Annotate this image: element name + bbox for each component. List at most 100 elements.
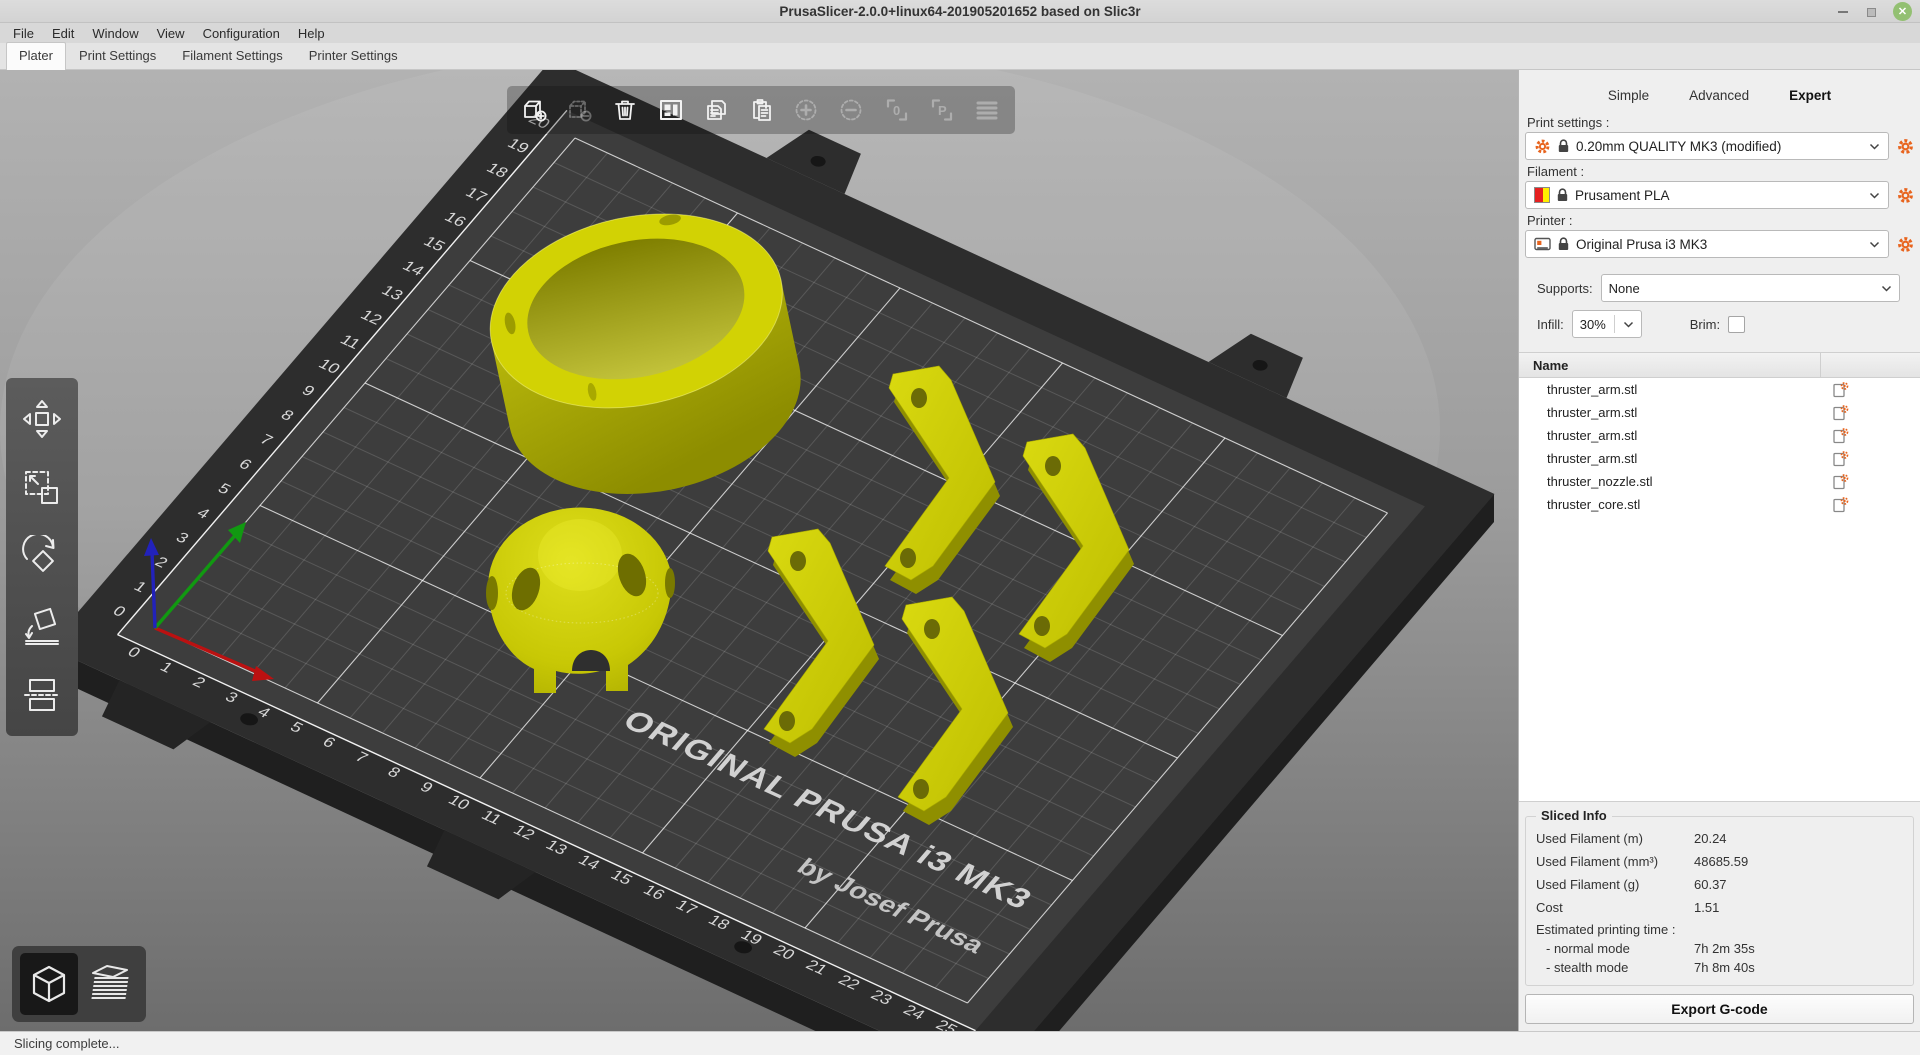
object-row[interactable]: thruster_arm.stl: [1519, 378, 1920, 401]
chevron-down-icon: [1869, 143, 1880, 150]
place-on-face-icon[interactable]: [13, 597, 71, 655]
sliced-info-label: Used Filament (mm³): [1536, 854, 1694, 869]
scene-canvas[interactable]: 0123456789101112131415161718192021222324…: [0, 70, 1518, 1031]
gizmo-toolbar: [6, 378, 78, 736]
infill-value: 30%: [1580, 317, 1606, 332]
side-panel: Simple Advanced Expert Print settings : …: [1518, 70, 1920, 1031]
sliced-info-value: 20.24: [1694, 831, 1727, 846]
window-title: PrusaSlicer-2.0.0+linux64-201905201652 b…: [0, 4, 1920, 19]
object-settings-icon[interactable]: [1821, 427, 1861, 444]
arrange-icon[interactable]: [651, 90, 691, 130]
svg-text:0: 0: [893, 103, 900, 118]
filament-gear-button[interactable]: [1897, 187, 1914, 204]
brim-label: Brim:: [1678, 317, 1728, 332]
delete-icon[interactable]: [560, 90, 600, 130]
print-settings-combo[interactable]: 0.20mm QUALITY MK3 (modified): [1525, 132, 1889, 160]
sliced-info-label: Used Filament (g): [1536, 877, 1694, 892]
object-row[interactable]: thruster_nozzle.stl: [1519, 470, 1920, 493]
sliced-info-title: Sliced Info: [1536, 808, 1612, 823]
3d-viewport[interactable]: 0123456789101112131415161718192021222324…: [0, 70, 1518, 1031]
layers-view-icon[interactable]: [81, 953, 139, 1015]
printer-gear-button[interactable]: [1897, 236, 1914, 253]
preset-gear-icon: [1534, 138, 1551, 155]
move-icon[interactable]: [13, 390, 71, 448]
supports-combo[interactable]: None: [1601, 274, 1900, 302]
object-list: Name thruster_arm.stl thruster_arm.stl t…: [1519, 352, 1920, 802]
object-settings-icon[interactable]: [1821, 381, 1861, 398]
object-row[interactable]: thruster_core.stl: [1519, 493, 1920, 516]
copy-icon[interactable]: [696, 90, 736, 130]
stealth-mode-label: - stealth mode: [1536, 960, 1694, 975]
sliced-info-label: Cost: [1536, 900, 1694, 915]
menu-view[interactable]: View: [148, 23, 194, 43]
brim-checkbox[interactable]: [1728, 316, 1745, 333]
object-settings-icon[interactable]: [1821, 404, 1861, 421]
chevron-down-icon: [1881, 285, 1892, 292]
cut-icon[interactable]: [13, 666, 71, 724]
object-settings-icon[interactable]: [1821, 496, 1861, 513]
menu-configuration[interactable]: Configuration: [194, 23, 289, 43]
paste-icon[interactable]: [741, 90, 781, 130]
print-settings-value: 0.20mm QUALITY MK3 (modified): [1576, 139, 1862, 154]
add-instance-icon[interactable]: [786, 90, 826, 130]
object-name: thruster_nozzle.stl: [1519, 474, 1821, 489]
3d-view-icon[interactable]: [20, 953, 78, 1015]
filament-combo[interactable]: Prusament PLA: [1525, 181, 1889, 209]
split-to-objects-icon[interactable]: 0: [877, 90, 917, 130]
split-to-parts-icon[interactable]: P: [922, 90, 962, 130]
title-bar: PrusaSlicer-2.0.0+linux64-201905201652 b…: [0, 0, 1920, 23]
sliced-info-value: 1.51: [1694, 900, 1719, 915]
filament-color-swatch: [1534, 187, 1550, 203]
menu-file[interactable]: File: [4, 23, 43, 43]
estimated-time-label: Estimated printing time :: [1536, 922, 1675, 937]
delete-all-icon[interactable]: [605, 90, 645, 130]
stealth-mode-value: 7h 8m 40s: [1694, 960, 1755, 975]
object-settings-icon[interactable]: [1821, 473, 1861, 490]
tab-bar: Plater Print Settings Filament Settings …: [0, 43, 1920, 70]
object-row[interactable]: thruster_arm.stl: [1519, 424, 1920, 447]
object-row[interactable]: thruster_arm.stl: [1519, 447, 1920, 470]
filament-value: Prusament PLA: [1575, 188, 1862, 203]
tab-printer-settings[interactable]: Printer Settings: [296, 42, 411, 69]
lock-icon: [1558, 139, 1569, 153]
remove-instance-icon[interactable]: [831, 90, 871, 130]
scale-icon[interactable]: [13, 459, 71, 517]
infill-label: Infill:: [1525, 317, 1572, 332]
supports-label: Supports:: [1525, 281, 1601, 296]
export-gcode-button[interactable]: Export G-code: [1525, 994, 1914, 1024]
print-settings-gear-button[interactable]: [1897, 138, 1914, 155]
tab-plater[interactable]: Plater: [6, 42, 66, 70]
supports-value: None: [1609, 281, 1873, 296]
object-settings-icon[interactable]: [1821, 450, 1861, 467]
mode-tab-advanced[interactable]: Advanced: [1689, 88, 1749, 103]
minimize-icon[interactable]: [1837, 6, 1849, 18]
maximize-icon[interactable]: [1865, 6, 1877, 18]
rotate-icon[interactable]: [13, 528, 71, 586]
menu-help[interactable]: Help: [289, 23, 334, 43]
sliced-info-value: 60.37: [1694, 877, 1727, 892]
object-list-name-header: Name: [1519, 353, 1821, 377]
mode-tab-simple[interactable]: Simple: [1608, 88, 1649, 103]
object-name: thruster_arm.stl: [1519, 382, 1821, 397]
object-name: thruster_arm.stl: [1519, 428, 1821, 443]
add-icon[interactable]: [515, 90, 555, 130]
lock-icon: [1557, 188, 1568, 202]
chevron-down-icon: [1623, 321, 1634, 328]
object-name: thruster_arm.stl: [1519, 405, 1821, 420]
layers-editing-icon[interactable]: [967, 90, 1007, 130]
tab-filament-settings[interactable]: Filament Settings: [169, 42, 295, 69]
object-row[interactable]: thruster_arm.stl: [1519, 401, 1920, 424]
tab-print-settings[interactable]: Print Settings: [66, 42, 169, 69]
status-text: Slicing complete...: [14, 1036, 120, 1051]
mode-tab-expert[interactable]: Expert: [1789, 88, 1831, 103]
sliced-info-label: Used Filament (m): [1536, 831, 1694, 846]
printer-combo[interactable]: Original Prusa i3 MK3: [1525, 230, 1889, 258]
normal-mode-value: 7h 2m 35s: [1694, 941, 1755, 956]
chevron-down-icon: [1869, 241, 1880, 248]
menu-edit[interactable]: Edit: [43, 23, 83, 43]
printer-label: Printer :: [1527, 213, 1912, 228]
close-icon[interactable]: ✕: [1893, 2, 1912, 21]
menu-window[interactable]: Window: [83, 23, 147, 43]
infill-combo[interactable]: 30%: [1572, 310, 1642, 338]
view-switch: [12, 946, 146, 1022]
